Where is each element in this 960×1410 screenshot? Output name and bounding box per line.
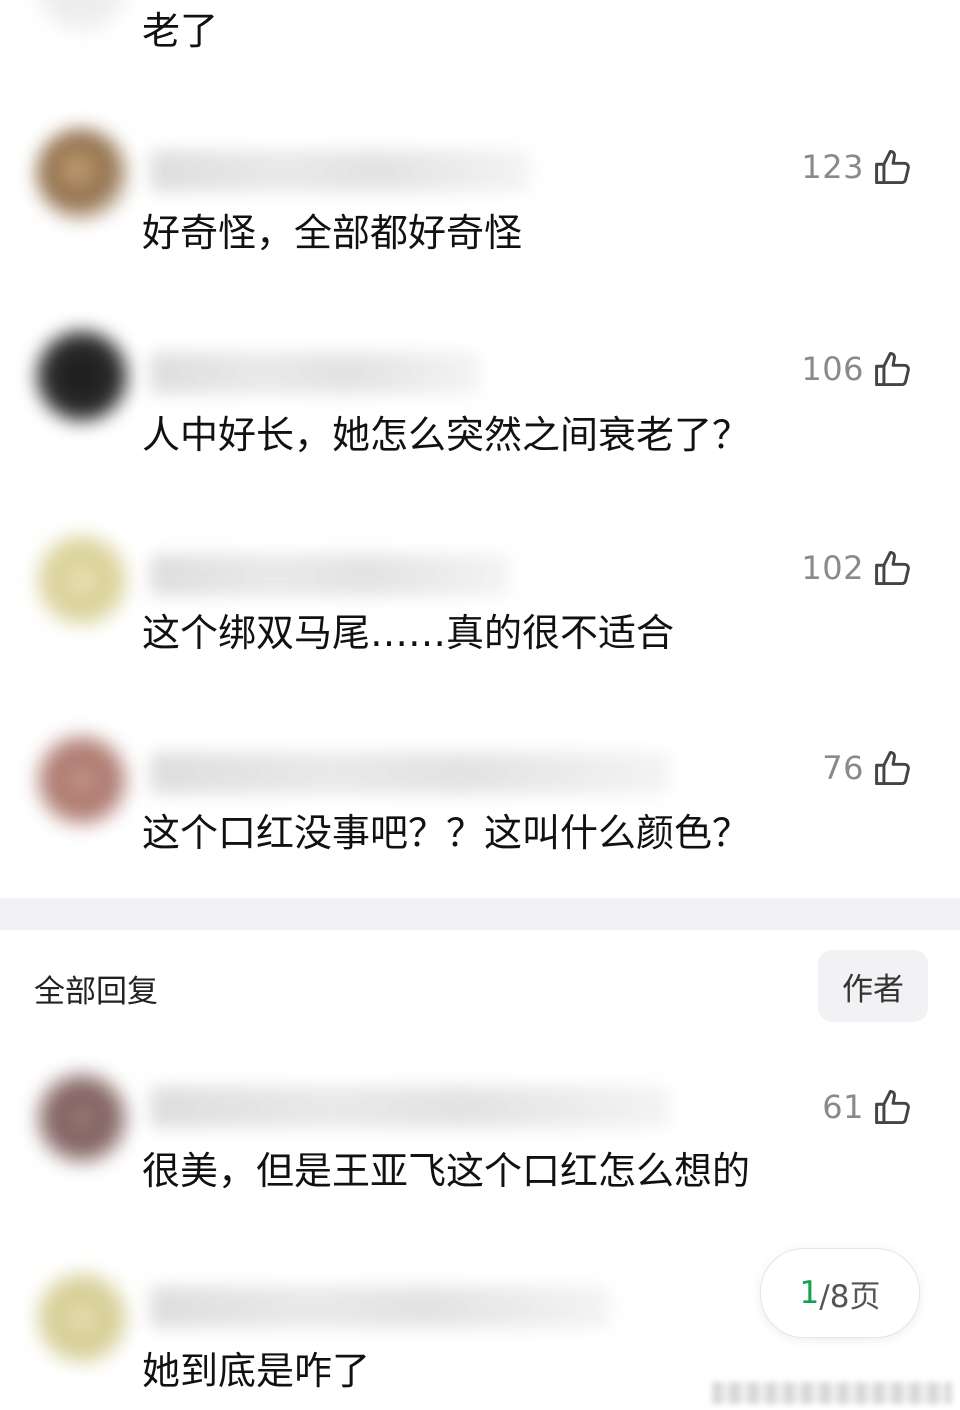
username-blurred[interactable] [150, 1086, 670, 1128]
page-indicator[interactable]: 1/8页 [760, 1248, 920, 1338]
username-blurred[interactable] [150, 1286, 610, 1328]
avatar[interactable] [36, 0, 128, 32]
username-blurred[interactable] [150, 554, 510, 596]
comment-text: 人中好长，她怎么突然之间衰老了？ [142, 413, 751, 457]
comment-text: 很美，但是王亚飞这个口红怎么想的 [142, 1149, 751, 1193]
like-button[interactable]: 76 [822, 743, 916, 793]
username-blurred[interactable] [150, 352, 480, 394]
avatar[interactable] [36, 534, 128, 626]
comment-text: 这个绑双马尾……真的很不适合 [142, 611, 675, 655]
avatar[interactable] [36, 128, 128, 220]
like-count: 106 [801, 350, 864, 388]
like-button[interactable]: 123 [801, 142, 916, 192]
username-blurred[interactable] [150, 752, 670, 794]
watermark [712, 1382, 952, 1404]
section-divider [0, 898, 960, 930]
thumbs-up-icon [875, 750, 910, 786]
thumbs-up-icon [875, 351, 910, 387]
comment-text: 她到底是咋了 [142, 1349, 371, 1393]
comment-text: 老了 [142, 9, 219, 53]
current-page: 1 [799, 1275, 820, 1311]
like-count: 76 [822, 749, 864, 787]
like-count: 123 [801, 148, 864, 186]
thumbs-up-icon [875, 149, 910, 185]
like-count: 61 [822, 1088, 864, 1126]
thumbs-up-icon [875, 550, 910, 586]
section-title: 全部回复 [34, 974, 158, 1010]
thumbs-up-icon [875, 1089, 910, 1125]
avatar[interactable] [36, 1072, 128, 1164]
author-filter-button[interactable]: 作者 [818, 950, 928, 1022]
comment-text: 好奇怪，全部都好奇怪 [142, 211, 523, 255]
username-blurred[interactable] [150, 150, 530, 192]
like-button[interactable]: 102 [801, 543, 916, 593]
like-button[interactable]: 106 [801, 344, 916, 394]
like-count: 102 [801, 549, 864, 587]
comment-text: 这个口红没事吧？？这叫什么颜色？ [142, 811, 751, 855]
page-total: /8页 [819, 1278, 881, 1315]
like-button[interactable]: 61 [822, 1082, 916, 1132]
avatar[interactable] [36, 734, 128, 826]
avatar[interactable] [36, 1272, 128, 1364]
avatar[interactable] [36, 330, 128, 422]
